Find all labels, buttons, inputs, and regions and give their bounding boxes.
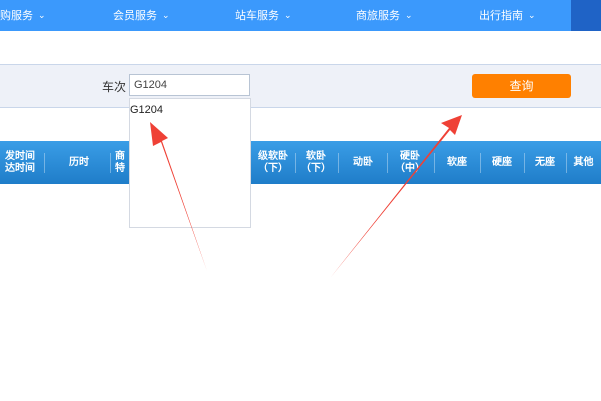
col-hard-seat[interactable]: 硬座 bbox=[481, 141, 523, 184]
col-soft-sleeper[interactable]: 软卧 （下） bbox=[298, 141, 334, 184]
nav-item-label: 站车服务 bbox=[235, 9, 279, 22]
chevron-down-icon: ⌄ bbox=[284, 11, 292, 21]
table-header: 发时间 达时间 历时 商 特 级软卧 （下） 软卧 （下） 动卧 硬卧 （中） … bbox=[0, 141, 601, 184]
train-number-label: 车次 bbox=[102, 80, 127, 94]
top-nav: 购服务 ⌄ 会员服务 ⌄ 站车服务 ⌄ 商旅服务 ⌄ 出行指南 ⌄ bbox=[0, 0, 601, 31]
col-other[interactable]: 其他 bbox=[566, 141, 601, 184]
nav-item-station-service[interactable]: 站车服务 ⌄ bbox=[235, 0, 292, 31]
col-bullet-sleeper[interactable]: 动卧 bbox=[340, 141, 386, 184]
column-divider bbox=[110, 153, 111, 173]
col-hard-sleeper[interactable]: 硬卧 （中） bbox=[388, 141, 432, 184]
col-no-seat[interactable]: 无座 bbox=[524, 141, 566, 184]
col-premium-soft-sleeper[interactable]: 级软卧 （下） bbox=[252, 141, 294, 184]
annotation-arrows bbox=[150, 115, 462, 277]
nav-item-member-service[interactable]: 会员服务 ⌄ bbox=[113, 0, 170, 31]
chevron-down-icon: ⌄ bbox=[528, 11, 536, 21]
nav-item-label: 购服务 bbox=[0, 9, 33, 22]
col-depart-arrive-time[interactable]: 发时间 达时间 bbox=[0, 141, 40, 184]
chevron-down-icon: ⌄ bbox=[162, 11, 170, 21]
train-number-input[interactable] bbox=[129, 74, 250, 96]
nav-item-label: 出行指南 bbox=[479, 9, 523, 22]
col-soft-seat[interactable]: 软座 bbox=[435, 141, 479, 184]
nav-item-business-travel[interactable]: 商旅服务 ⌄ bbox=[356, 0, 413, 31]
nav-item-label: 会员服务 bbox=[113, 9, 157, 22]
query-button[interactable]: 查询 bbox=[472, 74, 571, 98]
train-suggestion-dropdown: G1204 bbox=[129, 98, 251, 228]
nav-item-label: 商旅服务 bbox=[356, 9, 400, 22]
column-divider bbox=[338, 153, 339, 173]
col-duration[interactable]: 历时 bbox=[57, 141, 101, 184]
annotation-arrow-to-query-button bbox=[331, 115, 462, 277]
suggestion-item[interactable]: G1204 bbox=[130, 104, 163, 116]
column-divider bbox=[44, 153, 45, 173]
nav-item-travel-guide[interactable]: 出行指南 ⌄ bbox=[479, 0, 536, 31]
nav-item-ticket-service[interactable]: 购服务 ⌄ bbox=[0, 0, 46, 31]
chevron-down-icon: ⌄ bbox=[405, 11, 413, 21]
col-business-special[interactable]: 商 特 bbox=[112, 141, 128, 184]
nav-edge-block bbox=[571, 0, 601, 31]
column-divider bbox=[295, 153, 296, 173]
chevron-down-icon: ⌄ bbox=[38, 11, 46, 21]
